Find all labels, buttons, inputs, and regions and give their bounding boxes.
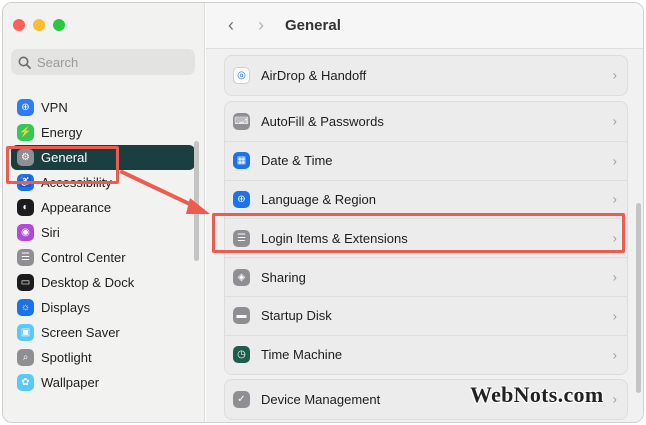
watermark: WebNots.com	[470, 382, 604, 407]
annotation-arrow	[120, 170, 210, 214]
